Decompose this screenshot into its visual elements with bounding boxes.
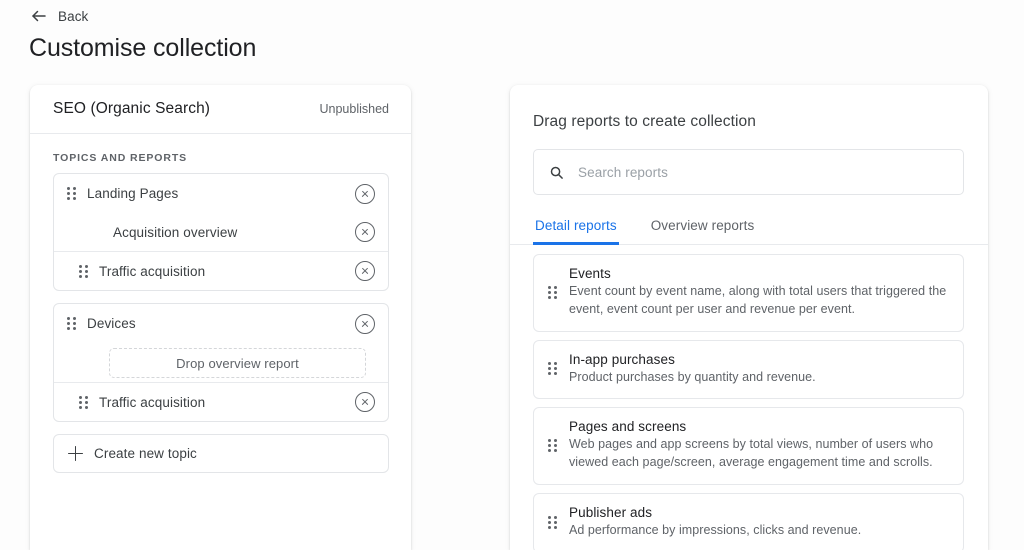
drag-handle-icon[interactable]	[78, 264, 88, 278]
report-item-description: Event count by event name, along with to…	[569, 284, 947, 316]
report-item[interactable]: Events Event count by event name, along …	[533, 254, 964, 332]
report-item-description: Product purchases by quantity and revenu…	[569, 369, 816, 384]
remove-circle-icon[interactable]	[355, 313, 375, 334]
back-label: Back	[58, 8, 89, 24]
customise-collection-page: Back Customise collection SEO (Organic S…	[0, 0, 1024, 550]
create-new-topic-button[interactable]: Create new topic	[53, 434, 389, 473]
back-button[interactable]: Back	[30, 7, 88, 25]
drag-handle-icon[interactable]	[547, 515, 557, 529]
topics-and-reports-label: TOPICS AND REPORTS	[53, 152, 188, 164]
report-item-title: Pages and screens	[569, 419, 687, 435]
search-reports-box[interactable]	[533, 149, 964, 195]
drag-handle-icon[interactable]	[66, 187, 76, 201]
report-row[interactable]: Traffic acquisition	[54, 251, 388, 290]
report-item-title: Publisher ads	[569, 504, 653, 520]
report-item-text: Events Event count by event name, along …	[569, 266, 949, 319]
page-title: Customise collection	[29, 34, 257, 62]
report-item-text: Pages and screens Web pages and app scre…	[569, 419, 949, 472]
report-item-text: In-app purchases Product purchases by qu…	[569, 352, 816, 387]
remove-circle-icon[interactable]	[355, 183, 375, 204]
collection-name[interactable]: SEO (Organic Search)	[53, 100, 320, 118]
report-item-text: Publisher ads Ad performance by impressi…	[569, 505, 861, 540]
report-row[interactable]: Traffic acquisition	[54, 382, 388, 421]
topic-name: Devices	[87, 316, 136, 331]
collection-status-badge: Unpublished	[319, 102, 390, 116]
collection-editor-card: SEO (Organic Search) Unpublished TOPICS …	[30, 85, 411, 550]
report-item[interactable]: In-app purchases Product purchases by qu…	[533, 339, 964, 400]
report-item[interactable]: Publisher ads Ad performance by impressi…	[533, 492, 964, 550]
topic-group: Landing Pages Acquisition overview Traff…	[53, 173, 389, 291]
topic-row[interactable]: Landing Pages	[54, 174, 388, 213]
report-list: Events Event count by event name, along …	[533, 254, 964, 550]
tab-overview-reports[interactable]: Overview reports	[649, 215, 757, 245]
drag-handle-icon[interactable]	[547, 362, 557, 376]
report-name: Acquisition overview	[113, 224, 238, 240]
drag-handle-icon[interactable]	[78, 395, 88, 409]
overview-report-dropzone[interactable]: Drop overview report	[109, 348, 366, 378]
collection-header: SEO (Organic Search) Unpublished	[30, 85, 411, 134]
remove-circle-icon[interactable]	[355, 222, 375, 242]
picker-title: Drag reports to create collection	[533, 113, 756, 130]
report-item[interactable]: Pages and screens Web pages and app scre…	[533, 407, 964, 485]
report-row[interactable]: Acquisition overview	[54, 213, 388, 251]
tab-detail-reports[interactable]: Detail reports	[533, 215, 619, 245]
report-item-title: Events	[569, 266, 611, 281]
topic-row[interactable]: Devices	[54, 304, 388, 343]
remove-circle-icon[interactable]	[355, 392, 375, 412]
topic-name: Landing Pages	[87, 186, 179, 201]
report-picker-card: Drag reports to create collection Detail…	[510, 85, 988, 550]
drag-handle-icon[interactable]	[547, 439, 557, 453]
search-icon	[550, 166, 563, 179]
report-item-title: In-app purchases	[569, 351, 675, 367]
drag-handle-icon[interactable]	[66, 317, 76, 331]
plus-icon	[68, 446, 83, 461]
drag-handle-icon[interactable]	[547, 285, 557, 299]
create-new-topic-label: Create new topic	[94, 446, 197, 461]
report-name: Traffic acquisition	[99, 263, 206, 279]
report-name: Traffic acquisition	[99, 394, 206, 410]
arrow-left-icon	[32, 10, 46, 22]
remove-circle-icon[interactable]	[355, 261, 375, 281]
search-input[interactable]	[576, 163, 963, 181]
report-item-description: Ad performance by impressions, clicks an…	[569, 522, 862, 537]
report-type-tabs: Detail reports Overview reports	[510, 215, 988, 245]
report-item-description: Web pages and app screens by total views…	[569, 437, 934, 469]
topic-group: Devices Drop overview report Traffic acq…	[53, 303, 389, 422]
